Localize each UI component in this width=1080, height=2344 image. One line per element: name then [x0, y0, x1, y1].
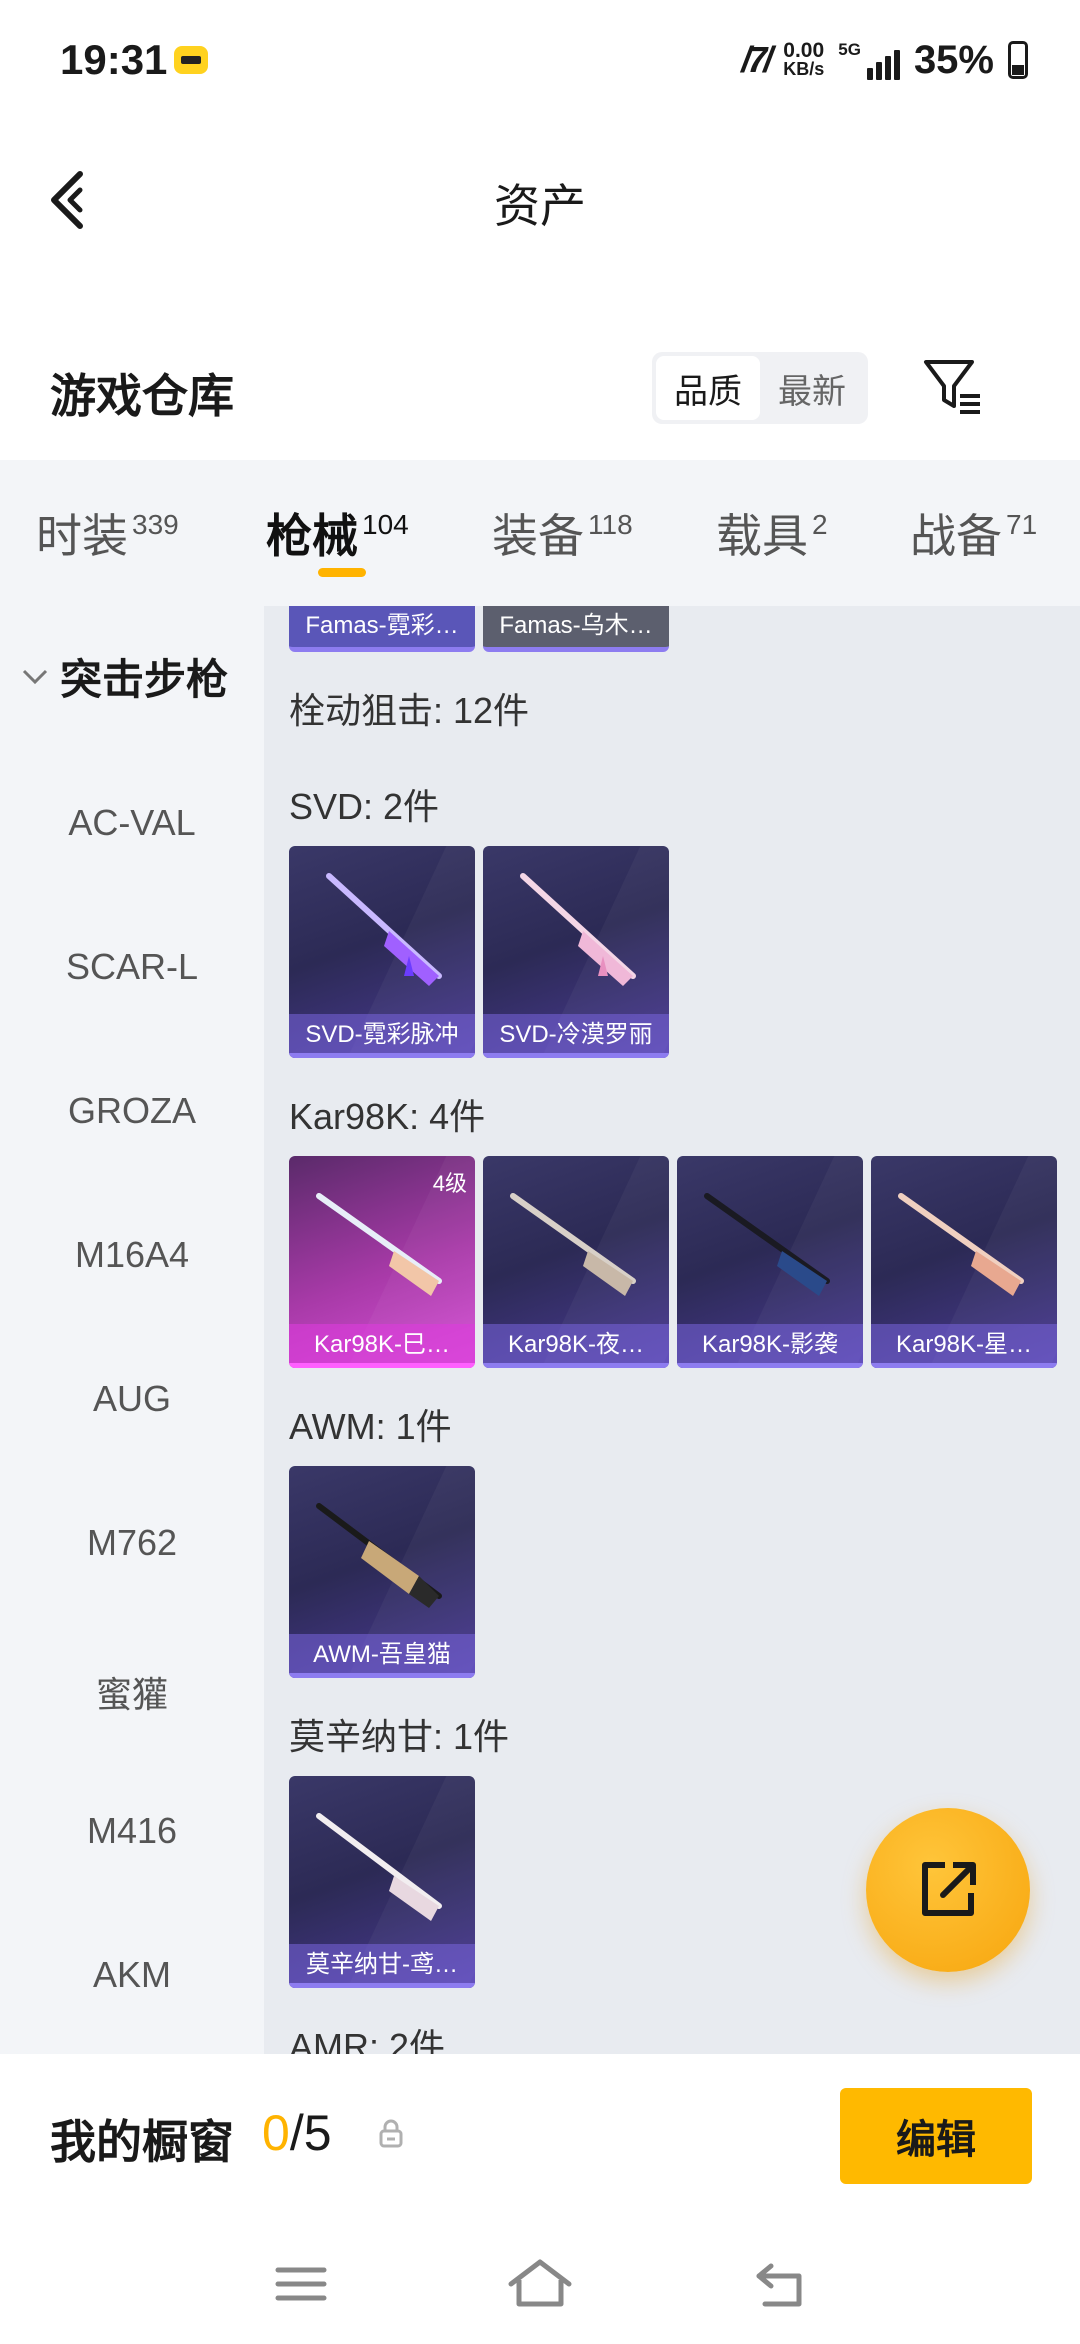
item-card-kar98k-2[interactable]: Kar98K-夜…: [483, 1156, 669, 1368]
weapon-type-sidebar: 突击步枪 AC-VAL SCAR-L GROZA M16A4 AUG M762 …: [0, 606, 264, 2054]
sidebar-group-header[interactable]: 突击步枪: [20, 646, 228, 707]
tab-vehicles[interactable]: 载具 2: [716, 500, 828, 566]
sidebar-item-akm[interactable]: AKM: [0, 1954, 264, 1996]
page-title: 资产: [494, 180, 586, 232]
warehouse-title: 游戏仓库: [50, 370, 234, 422]
edit-button[interactable]: 编辑: [840, 2088, 1032, 2184]
category-header: 栓动狙击: 12件: [289, 690, 530, 731]
back-nav-icon[interactable]: [735, 2250, 825, 2320]
item-card-kar98k-1[interactable]: 4级 Kar98K-巳…: [289, 1156, 475, 1368]
sidebar-item-m762[interactable]: M762: [0, 1522, 264, 1564]
menu-icon[interactable]: [256, 2250, 346, 2320]
network-speed: 0.00 KB/s: [783, 39, 825, 79]
tab-firearms[interactable]: 枪械 104: [266, 500, 409, 566]
signal-icon: 5G: [838, 40, 900, 80]
notification-badge-icon: [174, 46, 208, 74]
external-link-icon: [922, 1862, 976, 1916]
sidebar-item-ac-val[interactable]: AC-VAL: [0, 802, 264, 844]
item-card-awm-1[interactable]: AWM-吾皇猫: [289, 1466, 475, 1678]
battery-icon: [1008, 41, 1028, 79]
section-title-svd: SVD: 2件: [289, 786, 440, 827]
section-title-amr: AMR: 2件: [289, 2026, 446, 2054]
item-card-kar98k-3[interactable]: Kar98K-影袭: [677, 1156, 863, 1368]
item-card-svd-1[interactable]: SVD-霓彩脉冲: [289, 846, 475, 1058]
sidebar-item-honey-badger[interactable]: 蜜獾: [0, 1666, 264, 1718]
sidebar-group-label: 突击步枪: [60, 656, 229, 703]
battery-level: 35%: [913, 37, 994, 82]
tab-supplies[interactable]: 战备 71: [910, 500, 1037, 566]
page-header: 资产: [0, 120, 1080, 270]
sidebar-item-m16a4[interactable]: M16A4: [0, 1234, 264, 1276]
category-tabs: 时装 339 枪械 104 装备 118 载具 2 战备 71: [0, 460, 1080, 606]
home-icon[interactable]: [495, 2250, 585, 2320]
item-name: Kar98K-夜…: [483, 1324, 669, 1368]
item-card-famas-1[interactable]: Famas-霓彩…: [289, 606, 475, 652]
rifle-icon: [326, 873, 442, 986]
status-time: 19:31: [60, 36, 168, 83]
item-name: Kar98K-巳…: [289, 1324, 475, 1368]
active-tab-indicator: [318, 568, 366, 577]
item-name: Kar98K-星…: [871, 1324, 1057, 1368]
rifle-icon: [316, 1813, 442, 1921]
system-nav-bar: [0, 2250, 1080, 2344]
item-name: SVD-冷漠罗丽: [483, 1014, 669, 1058]
rifle-icon: [520, 873, 636, 986]
tab-equipment[interactable]: 装备 118: [492, 500, 633, 566]
status-bar: 19:31 /7/ 0.00 KB/s 5G 35%: [0, 0, 1080, 120]
sort-toggle: 品质 最新: [652, 352, 868, 424]
chevron-down-icon: [22, 669, 48, 684]
item-name: Kar98K-影袭: [677, 1324, 863, 1368]
section-title-mosin: 莫辛纳甘: 1件: [289, 1716, 510, 1757]
rifle-icon: [704, 1193, 830, 1296]
lock-icon: [379, 2119, 403, 2148]
status-indicators: /7/ 0.00 KB/s 5G 35%: [741, 36, 1028, 84]
sidebar-item-scar-l[interactable]: SCAR-L: [0, 946, 264, 988]
tab-fashion[interactable]: 时装 339: [36, 500, 179, 566]
sidebar-item-aug[interactable]: AUG: [0, 1378, 264, 1420]
rifle-icon: [510, 1193, 636, 1296]
showcase-label: 我的橱窗: [50, 2116, 234, 2168]
sidebar-item-groza[interactable]: GROZA: [0, 1090, 264, 1132]
item-name: 莫辛纳甘-鸢…: [289, 1944, 475, 1988]
item-card-mosin-1[interactable]: 莫辛纳甘-鸢…: [289, 1776, 475, 1988]
section-title-kar98k: Kar98K: 4件: [289, 1096, 486, 1137]
item-card-svd-2[interactable]: SVD-冷漠罗丽: [483, 846, 669, 1058]
app-logo-icon: /7/: [741, 39, 773, 80]
filter-icon[interactable]: [920, 354, 986, 420]
showcase-count: 0/5: [262, 2105, 332, 2161]
item-name: SVD-霓彩脉冲: [289, 1014, 475, 1058]
sidebar-item-m416[interactable]: M416: [0, 1810, 264, 1852]
item-name: AWM-吾皇猫: [289, 1634, 475, 1678]
item-card-famas-2[interactable]: Famas-乌木…: [483, 606, 669, 652]
item-card-kar98k-4[interactable]: Kar98K-星…: [871, 1156, 1057, 1368]
level-badge: 4级: [432, 1171, 467, 1196]
sort-option-newest[interactable]: 最新: [760, 356, 864, 420]
rifle-icon: [898, 1193, 1024, 1296]
sort-option-quality[interactable]: 品质: [656, 356, 760, 420]
share-button[interactable]: [866, 1808, 1030, 1972]
rifle-icon: [316, 1503, 442, 1608]
section-title-awm: AWM: 1件: [289, 1406, 452, 1447]
